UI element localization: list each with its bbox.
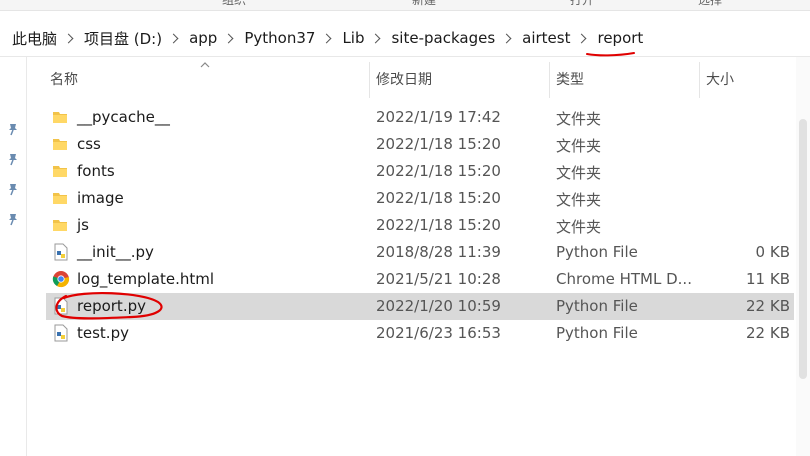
chevron-right-icon[interactable] [321,33,332,43]
folder-icon [53,220,67,231]
file-type: Python File [556,243,638,261]
chevron-right-icon[interactable] [63,33,74,43]
file-date: 2022/1/19 17:42 [376,108,501,126]
ribbon-select-label[interactable]: 选择 [698,0,722,8]
file-name: __init__.py [77,243,154,261]
column-date[interactable]: 修改日期 [370,62,550,98]
file-name: fonts [77,162,115,180]
file-type: 文件夹 [556,137,602,155]
breadcrumb: 此电脑 项目盘 (D:) app Python37 Lib site-packa… [0,20,643,56]
chrome-icon [52,271,70,288]
file-type: 文件夹 [556,164,602,182]
file-date: 2022/1/20 10:59 [376,297,501,315]
folder-icon [53,193,67,204]
file-date: 2022/1/18 15:20 [376,216,501,234]
ribbon-organize-label[interactable]: 组织 [222,0,246,8]
file-type: 文件夹 [556,110,602,128]
column-header: 名称 修改日期 类型 大小 [26,62,810,98]
file-type: 文件夹 [556,218,602,236]
breadcrumb-site-packages[interactable]: site-packages [391,29,495,47]
table-row[interactable]: image 2022/1/18 15:20 文件夹 [46,185,794,212]
table-row[interactable]: __init__.py 2018/8/28 11:39 Python File … [46,239,794,266]
file-type: Python File [556,297,638,315]
pin-icon[interactable] [6,152,20,166]
breadcrumb-app[interactable]: app [189,29,217,47]
file-date: 2022/1/18 15:20 [376,162,501,180]
column-size[interactable]: 大小 [700,62,796,98]
file-type: Python File [556,324,638,342]
breadcrumb-python37[interactable]: Python37 [244,29,315,47]
red-circle-annotation [55,291,163,320]
breadcrumb-airtest[interactable]: airtest [522,29,570,47]
file-name: log_template.html [77,270,215,288]
ribbon-toolbar: 组织 新建 打开 选择 [0,0,810,11]
chevron-right-icon[interactable] [501,33,512,43]
folder-icon [53,112,67,123]
chevron-right-icon[interactable] [577,33,587,43]
file-date: 2022/1/18 15:20 [376,189,501,207]
breadcrumb-report[interactable]: report [597,29,643,47]
ribbon-open-label[interactable]: 打开 [570,0,594,8]
folder-icon [53,166,67,177]
ribbon-new-label[interactable]: 新建 [412,0,436,8]
pin-icon[interactable] [6,212,20,226]
file-size: 22 KB [746,324,790,342]
file-name: css [77,135,101,153]
file-type: Chrome HTML D... [556,270,692,288]
file-date: 2021/6/23 16:53 [376,324,501,342]
table-row[interactable]: js 2022/1/18 15:20 文件夹 [46,212,794,239]
address-bar[interactable]: 此电脑 项目盘 (D:) app Python37 Lib site-packa… [0,20,810,57]
breadcrumb-lib[interactable]: Lib [342,29,364,47]
file-name: js [77,216,89,234]
file-size: 11 KB [746,270,790,288]
column-name[interactable]: 名称 [44,62,370,98]
file-date: 2022/1/18 15:20 [376,135,501,153]
folder-icon [53,139,67,150]
column-type[interactable]: 类型 [550,62,700,98]
file-type: 文件夹 [556,191,602,209]
file-name: __pycache__ [77,108,170,126]
chevron-right-icon[interactable] [371,33,381,43]
python-file-icon [54,243,68,261]
navigation-pane [0,57,27,456]
red-underline-annotation [586,52,635,57]
table-row[interactable]: css 2022/1/18 15:20 文件夹 [46,131,794,158]
chevron-right-icon[interactable] [223,33,234,43]
file-size: 22 KB [746,297,790,315]
vertical-scrollbar[interactable] [796,57,810,456]
table-row[interactable]: log_template.html 2021/5/21 10:28 Chrome… [46,266,794,293]
chevron-right-icon[interactable] [168,33,179,43]
pin-icon[interactable] [6,182,20,196]
table-row[interactable]: __pycache__ 2022/1/19 17:42 文件夹 [46,104,794,131]
pin-icon[interactable] [6,122,20,136]
table-row[interactable]: fonts 2022/1/18 15:20 文件夹 [46,158,794,185]
breadcrumb-this-pc[interactable]: 此电脑 [12,28,57,49]
scrollbar-thumb[interactable] [799,119,807,379]
breadcrumb-drive-d[interactable]: 项目盘 (D:) [84,28,162,49]
file-date: 2021/5/21 10:28 [376,270,501,288]
file-date: 2018/8/28 11:39 [376,243,501,261]
file-size: 0 KB [755,243,790,261]
file-name: image [77,189,124,207]
